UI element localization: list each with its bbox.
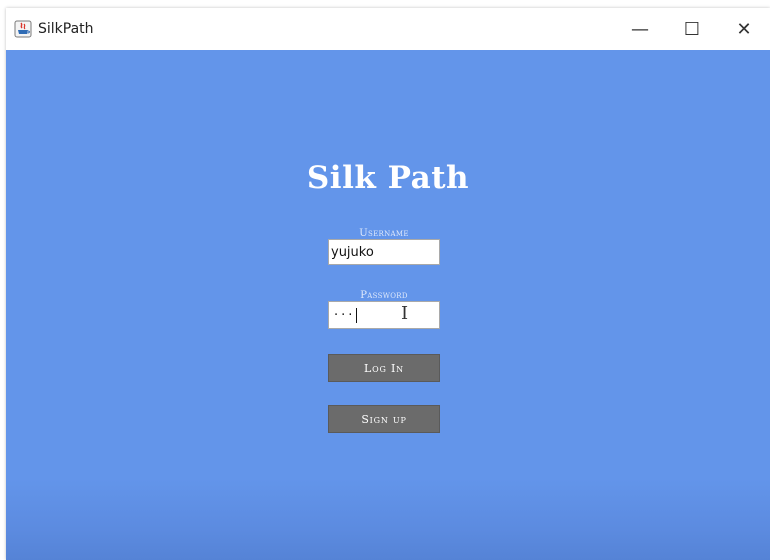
login-panel: Silk Path Username yujuko Password ··· I…	[6, 50, 770, 560]
i-beam-cursor-icon: I	[401, 303, 409, 324]
minimize-button[interactable]: —	[614, 8, 666, 50]
app-heading: Silk Path	[306, 160, 470, 196]
password-masked-value: ···	[334, 307, 356, 323]
window-title: SilkPath	[38, 21, 94, 37]
username-label: Username	[359, 228, 409, 239]
login-button[interactable]: Log In	[328, 354, 440, 382]
app-window: SilkPath — ☐ ✕ Silk Path Username yujuko…	[6, 8, 770, 560]
minimize-icon: —	[631, 18, 649, 40]
java-app-icon	[14, 20, 32, 38]
username-value: yujuko	[331, 244, 374, 260]
title-bar[interactable]: SilkPath — ☐ ✕	[6, 8, 770, 50]
username-field[interactable]: yujuko	[328, 239, 440, 265]
signup-button[interactable]: Sign up	[328, 405, 440, 433]
text-caret	[356, 307, 358, 323]
maximize-icon: ☐	[683, 18, 701, 40]
password-field[interactable]: ··· I	[328, 301, 440, 329]
close-button[interactable]: ✕	[718, 8, 770, 50]
password-label: Password	[360, 290, 408, 301]
close-icon: ✕	[736, 18, 752, 40]
maximize-button[interactable]: ☐	[666, 8, 718, 50]
window-controls: — ☐ ✕	[614, 8, 770, 50]
